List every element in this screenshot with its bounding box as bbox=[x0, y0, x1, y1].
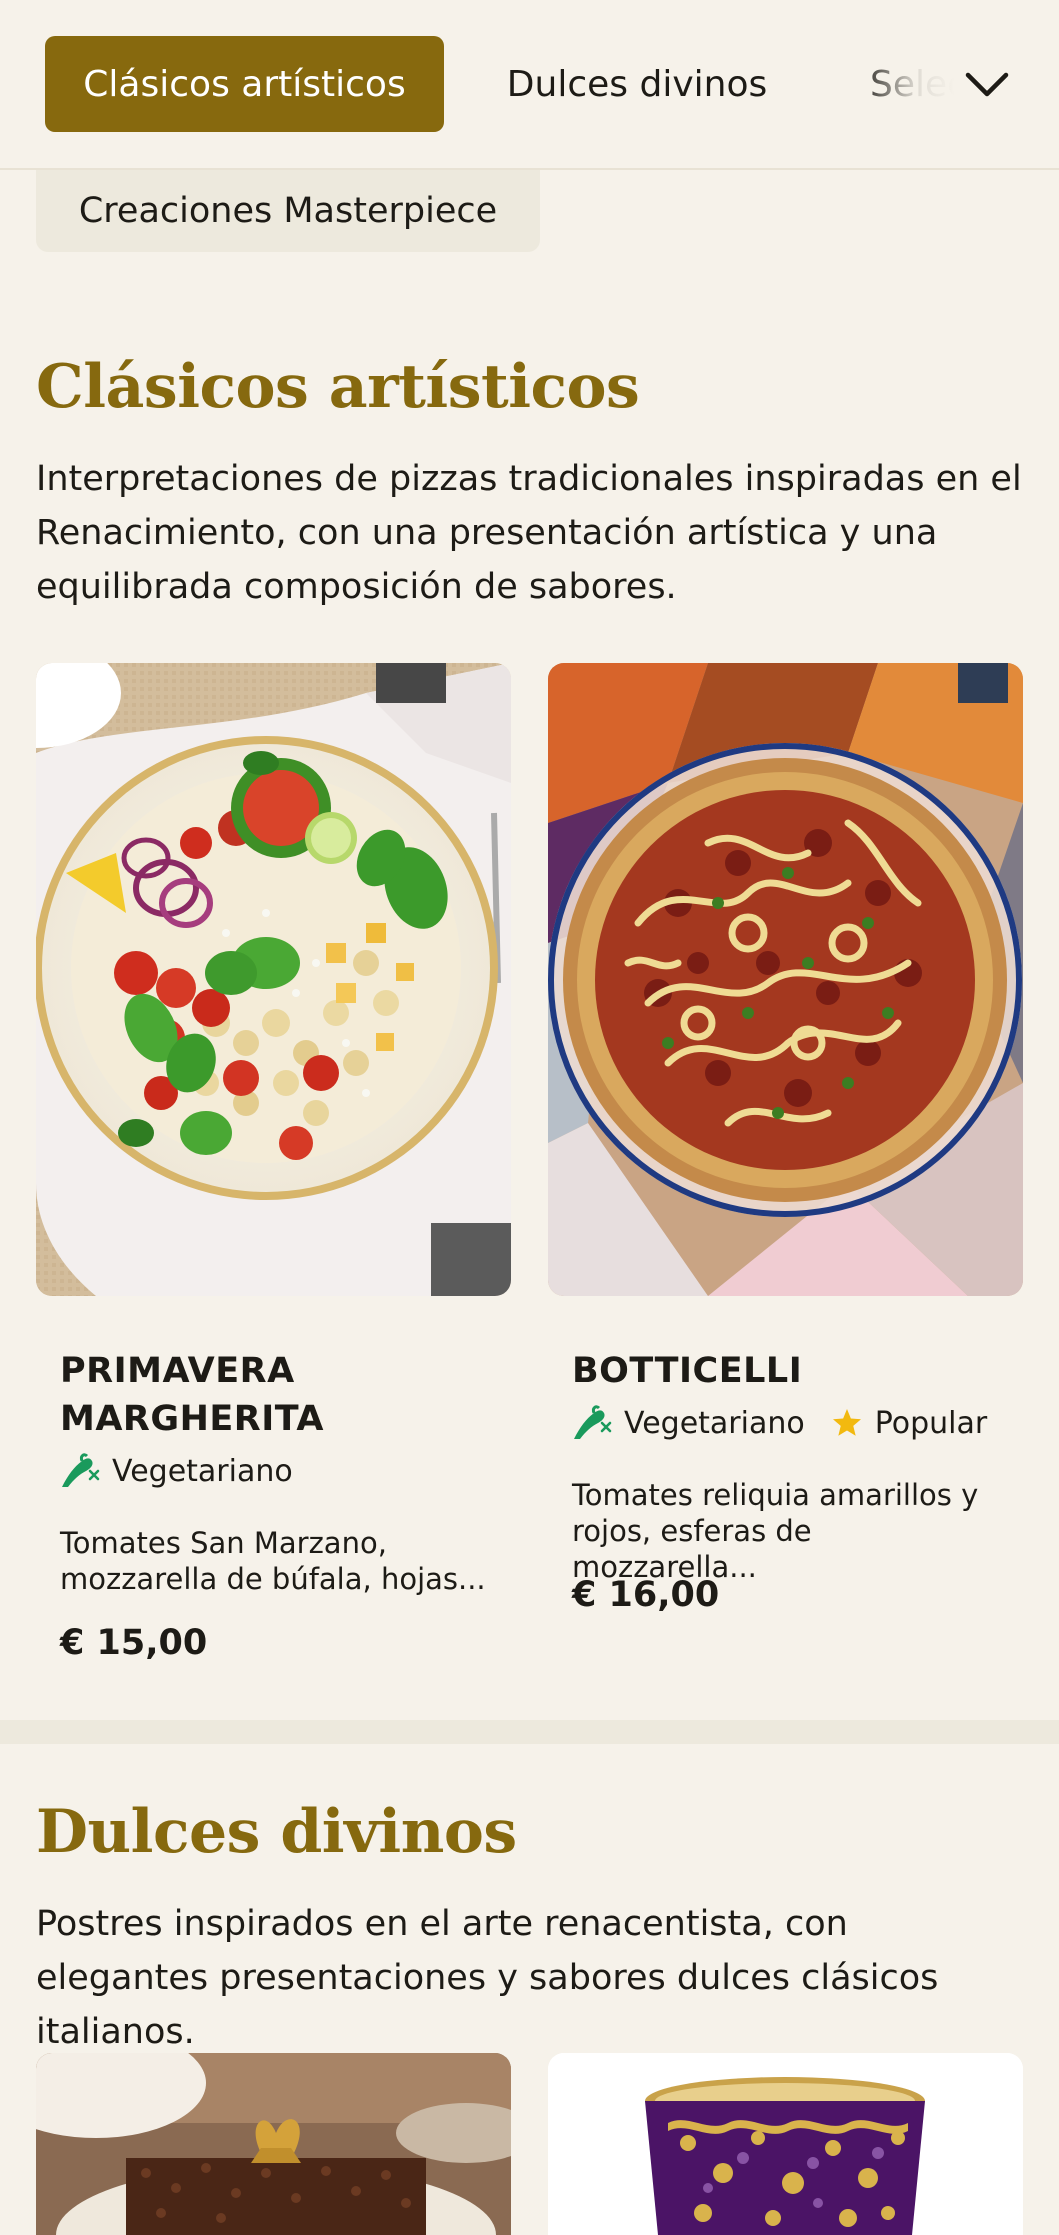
menu-item-description: Tomates San Marzano, mozzarella de búfal… bbox=[60, 1526, 486, 1596]
decorated-dessert-cup-photo bbox=[548, 2053, 1023, 2235]
star-icon bbox=[832, 1409, 861, 1436]
chevron-down-icon[interactable] bbox=[962, 60, 1012, 110]
menu-item-name: PRIMAVERA MARGHERITA bbox=[60, 1351, 325, 1439]
menu-item-name: BOTTICELLI bbox=[572, 1351, 803, 1391]
menu-item-card[interactable]: BOTTICELLI Vegetariano Popular Tomates r… bbox=[548, 663, 1023, 1703]
section-description-clasicos: Interpretaciones de pizzas tradicionales… bbox=[36, 459, 1022, 607]
tag-vegetarian: Vegetariano bbox=[572, 1405, 805, 1441]
category-nav: Clásicos artísticos Dulces divinos Selec… bbox=[0, 0, 1059, 170]
tag-label: Vegetariano bbox=[112, 1453, 293, 1489]
vegetarian-icon bbox=[574, 1405, 612, 1439]
menu-item-description: Tomates reliquia amarillos y rojos, esfe… bbox=[572, 1478, 979, 1584]
section-title-dulces: Dulces divinos bbox=[36, 1797, 517, 1867]
tab-dulces-divinos[interactable]: Dulces divinos bbox=[482, 36, 792, 132]
menu-item-card[interactable] bbox=[548, 2053, 1023, 2235]
salad-plate-photo bbox=[36, 663, 511, 1296]
tab-creaciones-masterpiece[interactable]: Creaciones Masterpiece bbox=[36, 170, 540, 252]
menu-item-price: € 15,00 bbox=[60, 1623, 208, 1663]
tab-selecciones[interactable]: Selecciones bbox=[846, 36, 966, 132]
tag-label: Vegetariano bbox=[624, 1405, 805, 1441]
chocolate-cake-photo bbox=[36, 2053, 511, 2235]
menu-item-card[interactable] bbox=[36, 2053, 511, 2235]
menu-item-tags: Vegetariano bbox=[60, 1453, 309, 1489]
tag-label: Popular bbox=[874, 1405, 988, 1441]
section-divider bbox=[0, 1720, 1059, 1744]
tag-popular: Popular bbox=[831, 1405, 988, 1441]
tab-clasicos-artisticos[interactable]: Clásicos artísticos bbox=[45, 36, 444, 132]
menu-item-tags: Vegetariano Popular bbox=[572, 1405, 1003, 1441]
menu-item-card[interactable]: PRIMAVERA MARGHERITA Vegetariano Tomates… bbox=[36, 663, 511, 1703]
menu-item-price: € 16,00 bbox=[572, 1575, 720, 1615]
pizza-photo bbox=[548, 663, 1023, 1296]
vegetarian-icon bbox=[62, 1453, 100, 1487]
tag-vegetarian: Vegetariano bbox=[60, 1453, 293, 1489]
section-description-dulces: Postres inspirados en el arte renacentis… bbox=[36, 1904, 939, 2052]
section-title-clasicos: Clásicos artísticos bbox=[36, 352, 640, 422]
